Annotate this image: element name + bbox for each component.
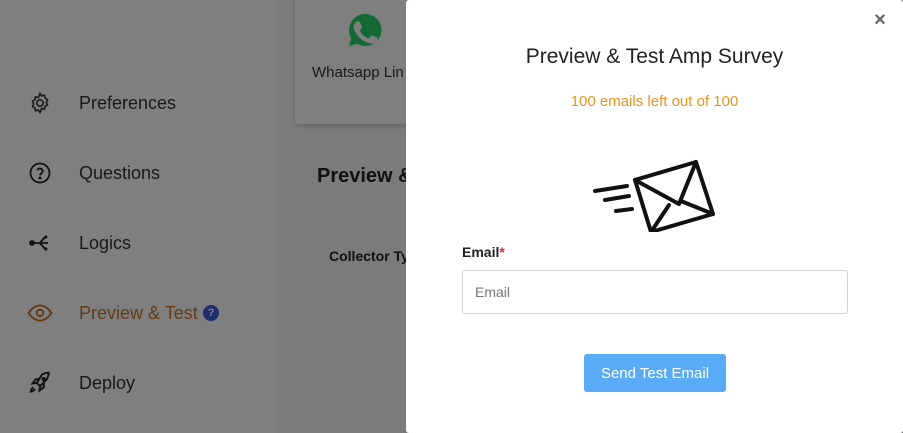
send-test-email-button[interactable]: Send Test Email	[584, 354, 726, 392]
required-marker: *	[499, 244, 505, 260]
close-button[interactable]: ×	[871, 10, 889, 30]
email-field-label: Email*	[462, 244, 505, 260]
modal-title: Preview & Test Amp Survey	[525, 45, 784, 68]
email-input[interactable]	[462, 270, 848, 314]
envelope-icon	[592, 152, 718, 234]
email-quota-text: 100 emails left out of 100	[570, 93, 739, 110]
preview-test-modal: × Preview & Test Amp Survey 100 emails l…	[406, 0, 903, 433]
